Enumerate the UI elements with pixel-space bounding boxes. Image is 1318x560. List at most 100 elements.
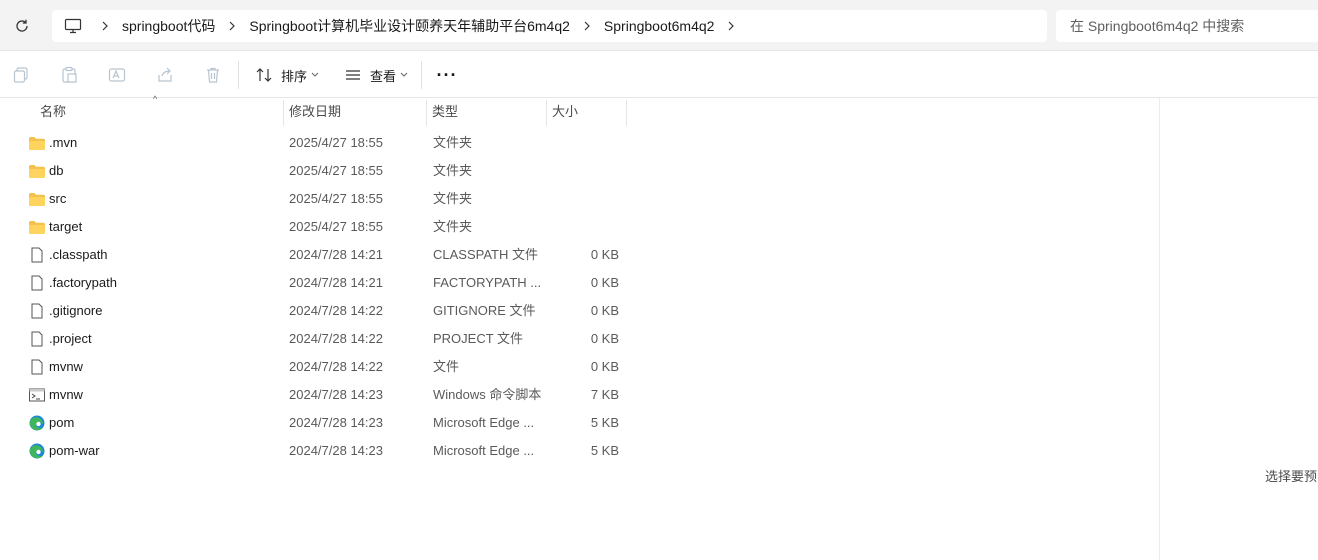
breadcrumb-item[interactable]: springboot代码	[116, 16, 221, 36]
address-bar: springboot代码 Springboot计算机毕业设计颐养天年辅助平台6m…	[0, 0, 1318, 51]
file-icon	[28, 331, 46, 347]
file-list: .mvn 2025/4/27 18:55 文件夹 db 2025/4/27 18…	[0, 129, 1160, 465]
file-date: 2024/7/28 14:22	[289, 303, 383, 318]
more-options-button[interactable]: ···	[433, 64, 461, 86]
column-header-size[interactable]: 大小	[546, 98, 626, 126]
file-icon	[28, 303, 46, 319]
file-row[interactable]: .gitignore 2024/7/28 14:22 GITIGNORE 文件 …	[0, 297, 1160, 325]
file-type: GITIGNORE 文件	[433, 303, 536, 318]
file-row[interactable]: mvnw 2024/7/28 14:22 文件 0 KB	[0, 353, 1160, 381]
file-icon	[28, 275, 46, 291]
file-size: 0 KB	[590, 275, 619, 290]
file-date: 2025/4/27 18:55	[289, 135, 383, 150]
breadcrumb-item[interactable]: Springboot计算机毕业设计颐养天年辅助平台6m4q2	[243, 16, 576, 36]
file-row[interactable]: .factorypath 2024/7/28 14:21 FACTORYPATH…	[0, 269, 1160, 297]
file-size: 7 KB	[590, 387, 619, 402]
file-type: 文件夹	[433, 163, 473, 178]
preview-pane-divider[interactable]	[1159, 98, 1160, 560]
file-name: db	[49, 163, 64, 178]
folder-icon	[28, 219, 46, 235]
file-type: FACTORYPATH ...	[433, 275, 542, 290]
refresh-button[interactable]	[8, 12, 36, 40]
column-header-row: ^ 名称 修改日期 类型 大小	[0, 94, 1160, 126]
file-icon	[28, 359, 46, 375]
folder-icon	[28, 163, 46, 179]
column-header-date[interactable]: 修改日期	[283, 98, 426, 126]
file-name: .project	[49, 331, 92, 346]
file-date: 2025/4/27 18:55	[289, 219, 383, 234]
chevron-down-icon	[400, 72, 408, 77]
file-date: 2025/4/27 18:55	[289, 163, 383, 178]
file-name: mvnw	[49, 387, 83, 402]
file-row[interactable]: mvnw 2024/7/28 14:23 Windows 命令脚本 7 KB	[0, 381, 1160, 409]
file-type: 文件夹	[433, 135, 473, 150]
file-row[interactable]: pom 2024/7/28 14:23 Microsoft Edge ... 5…	[0, 409, 1160, 437]
file-type: PROJECT 文件	[433, 331, 524, 346]
copy-icon[interactable]	[10, 64, 32, 86]
chevron-down-icon	[311, 72, 319, 77]
file-type: 文件夹	[433, 191, 473, 206]
file-name: mvnw	[49, 359, 83, 374]
file-size: 0 KB	[590, 331, 619, 346]
file-row[interactable]: .project 2024/7/28 14:22 PROJECT 文件 0 KB	[0, 325, 1160, 353]
sort-label: 排序	[281, 68, 308, 84]
file-size: 5 KB	[590, 443, 619, 458]
file-type: 文件	[433, 359, 460, 374]
file-row[interactable]: .classpath 2024/7/28 14:21 CLASSPATH 文件 …	[0, 241, 1160, 269]
view-label: 查看	[370, 68, 397, 84]
file-type: Microsoft Edge ...	[433, 415, 535, 430]
file-name: .mvn	[49, 135, 78, 150]
command-bar: 排序 查看 ···	[0, 51, 1318, 98]
column-divider[interactable]	[626, 100, 627, 126]
refresh-icon	[16, 19, 28, 32]
share-icon[interactable]	[154, 64, 176, 86]
file-row[interactable]: .mvn 2025/4/27 18:55 文件夹	[0, 129, 1160, 157]
file-row[interactable]: pom-war 2024/7/28 14:23 Microsoft Edge .…	[0, 437, 1160, 465]
sort-button[interactable]: 排序	[255, 61, 319, 89]
paste-icon[interactable]	[58, 64, 80, 86]
chevron-right-icon[interactable]	[576, 21, 598, 31]
file-name: pom	[49, 415, 75, 430]
file-name: .gitignore	[49, 303, 103, 318]
column-header-type[interactable]: 类型	[426, 98, 546, 126]
rename-icon[interactable]	[106, 64, 128, 86]
file-date: 2024/7/28 14:22	[289, 359, 383, 374]
file-type: 文件夹	[433, 219, 473, 234]
breadcrumb[interactable]: springboot代码 Springboot计算机毕业设计颐养天年辅助平台6m…	[52, 10, 1047, 42]
breadcrumb-item[interactable]: Springboot6m4q2	[598, 18, 721, 34]
file-name: target	[49, 219, 83, 234]
view-button[interactable]: 查看	[344, 61, 408, 89]
file-date: 2024/7/28 14:23	[289, 387, 383, 402]
search-input[interactable]: 在 Springboot6m4q2 中搜索	[1056, 10, 1318, 42]
file-row[interactable]: db 2025/4/27 18:55 文件夹	[0, 157, 1160, 185]
file-type: CLASSPATH 文件	[433, 247, 538, 262]
chevron-right-icon[interactable]	[720, 21, 742, 31]
preview-pane-hint: 选择要预览	[1265, 469, 1318, 484]
file-date: 2024/7/28 14:21	[289, 275, 383, 290]
toolbar-divider	[421, 61, 422, 89]
file-name: pom-war	[49, 443, 100, 458]
file-type: Windows 命令脚本	[433, 387, 542, 402]
sort-icon	[256, 68, 272, 82]
chevron-right-icon[interactable]	[221, 21, 243, 31]
file-name: .classpath	[49, 247, 108, 262]
edge-icon	[28, 415, 46, 431]
file-size: 0 KB	[590, 303, 619, 318]
chevron-right-icon[interactable]	[94, 21, 116, 31]
file-date: 2025/4/27 18:55	[289, 191, 383, 206]
file-size: 0 KB	[590, 359, 619, 374]
column-header-name[interactable]: 名称	[34, 98, 282, 126]
view-icon	[346, 70, 360, 80]
file-icon	[28, 247, 46, 263]
toolbar-divider	[238, 61, 239, 89]
folder-icon	[28, 191, 46, 207]
delete-icon[interactable]	[202, 64, 224, 86]
edge-icon	[28, 443, 46, 459]
file-date: 2024/7/28 14:21	[289, 247, 383, 262]
file-date: 2024/7/28 14:23	[289, 415, 383, 430]
file-row[interactable]: target 2025/4/27 18:55 文件夹	[0, 213, 1160, 241]
file-name: src	[49, 191, 67, 206]
file-row[interactable]: src 2025/4/27 18:55 文件夹	[0, 185, 1160, 213]
script-icon	[28, 387, 46, 403]
this-pc-icon[interactable]	[52, 18, 94, 34]
